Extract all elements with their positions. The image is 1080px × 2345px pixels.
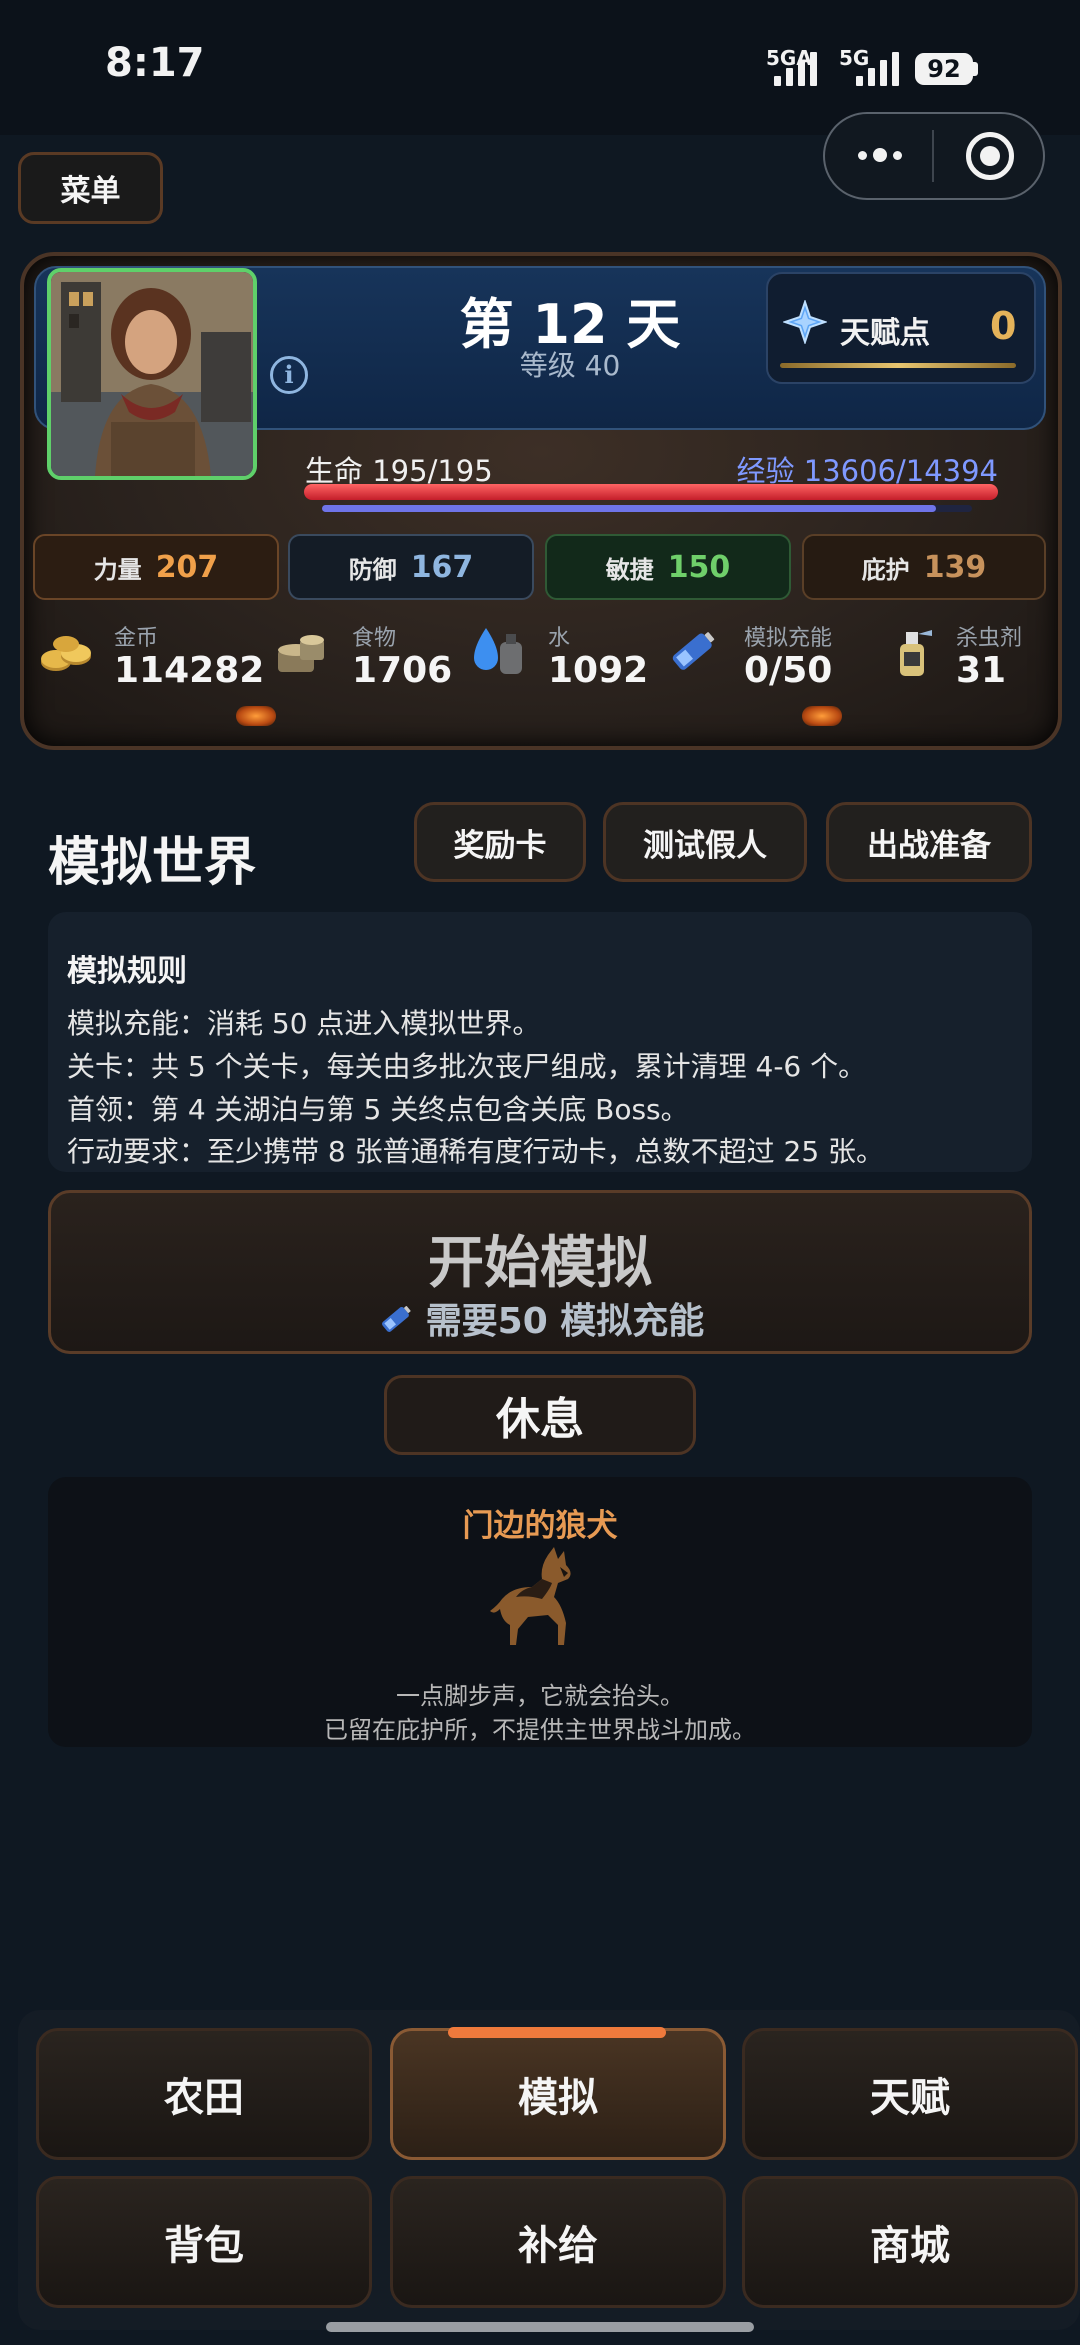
panel-light-left (236, 706, 276, 726)
stat-agility: 敏捷 150 (545, 534, 791, 600)
nav-active-indicator (448, 2027, 666, 2038)
rest-button[interactable]: 休息 (384, 1375, 696, 1455)
nav-talent[interactable]: 天赋 (742, 2028, 1078, 2160)
stat-value: 139 (923, 549, 987, 585)
rule-line: 首领：第 4 关湖泊与第 5 关终点包含关底 Boss。 (67, 1093, 689, 1126)
rule-line: 关卡：共 5 个关卡，每关由多批次丧尸组成，累计清理 4-6 个。 (67, 1050, 867, 1083)
portrait-image (51, 272, 253, 476)
nav-simulation[interactable]: 模拟 (390, 2028, 726, 2160)
rule-line: 行动要求：至少携带 8 张普通稀有度行动卡，总数不超过 25 张。 (67, 1135, 885, 1168)
start-requirement-label: 需要50 模拟充能 (48, 1292, 1032, 1344)
nav-shop[interactable]: 商城 (742, 2176, 1078, 2308)
stat-label: 力量 (93, 555, 142, 584)
rules-title: 模拟规则 (67, 954, 187, 989)
pet-title: 门边的狼犬 (462, 1508, 618, 1544)
battery-tip (973, 62, 978, 76)
spray-icon (900, 630, 932, 676)
reward-card-button[interactable]: 奖励卡 (414, 802, 586, 882)
panel-light-right (802, 706, 842, 726)
pet-description-1: 一点脚步声，它就会抬头。 (396, 1682, 684, 1710)
capsule-divider (932, 130, 934, 182)
water-icon (474, 628, 522, 674)
more-dots-icon[interactable] (850, 130, 910, 180)
crystal-star-icon (783, 300, 827, 344)
home-indicator[interactable] (326, 2322, 754, 2332)
resource-value-food: 1706 (352, 650, 453, 691)
start-simulation-label: 开始模拟 (428, 1231, 652, 1296)
start-requirement-text: 需要50 模拟充能 (425, 1301, 705, 1342)
resource-label-charge: 模拟充能 (744, 626, 833, 651)
nav-backpack[interactable]: 背包 (36, 2176, 372, 2308)
stat-label: 防御 (348, 555, 397, 584)
stat-shelter: 庇护 139 (802, 534, 1046, 600)
resource-label-spray: 杀虫剂 (956, 626, 1023, 651)
talent-points-label: 天赋点 (840, 316, 930, 351)
stat-value: 150 (667, 549, 731, 585)
battery-charge-icon (381, 1306, 411, 1332)
resource-value-water: 1092 (548, 650, 649, 691)
talent-underline (780, 363, 1016, 368)
clock: 8:17 (105, 40, 205, 86)
stat-strength: 力量 207 (33, 534, 279, 600)
test-dummy-button[interactable]: 测试假人 (603, 802, 807, 882)
rule-line: 模拟充能：消耗 50 点进入模拟世界。 (67, 1007, 541, 1040)
resource-value-charge: 0/50 (744, 650, 833, 691)
info-icon[interactable]: i (270, 356, 308, 394)
level-label: 等级 40 (519, 349, 621, 382)
resource-label-gold: 金币 (114, 626, 159, 651)
section-title: 模拟世界 (48, 833, 257, 893)
resource-label-water: 水 (548, 626, 571, 651)
battle-prep-button[interactable]: 出战准备 (826, 802, 1032, 882)
pet-description-2: 已留在庇护所，不提供主世界战斗加成。 (324, 1716, 756, 1744)
nav-supply[interactable]: 补给 (390, 2176, 726, 2308)
character-portrait[interactable] (47, 268, 257, 480)
resource-value-gold: 114282 (114, 650, 265, 691)
resource-label-food: 食物 (352, 626, 397, 651)
talent-points-value: 0 (990, 304, 1017, 348)
hp-bar-fill (304, 484, 998, 500)
stat-value: 167 (410, 549, 474, 585)
stat-label: 庇护 (861, 555, 910, 584)
menu-button[interactable]: 菜单 (18, 152, 163, 224)
nav-farm[interactable]: 农田 (36, 2028, 372, 2160)
stat-defense: 防御 167 (288, 534, 534, 600)
signal-icon-2 (856, 46, 899, 86)
food-icon (278, 635, 324, 672)
close-target-icon[interactable] (966, 132, 1014, 180)
stat-value: 207 (155, 549, 219, 585)
stat-label: 敏捷 (605, 555, 654, 584)
battery-icon: 92 (915, 53, 973, 85)
dog-icon (490, 1547, 571, 1645)
xp-bar-fill (322, 505, 937, 512)
gold-coins-icon (41, 636, 91, 671)
resource-value-spray: 31 (956, 650, 1007, 691)
signal-icon (774, 46, 817, 86)
battery-charge-icon (672, 632, 715, 670)
